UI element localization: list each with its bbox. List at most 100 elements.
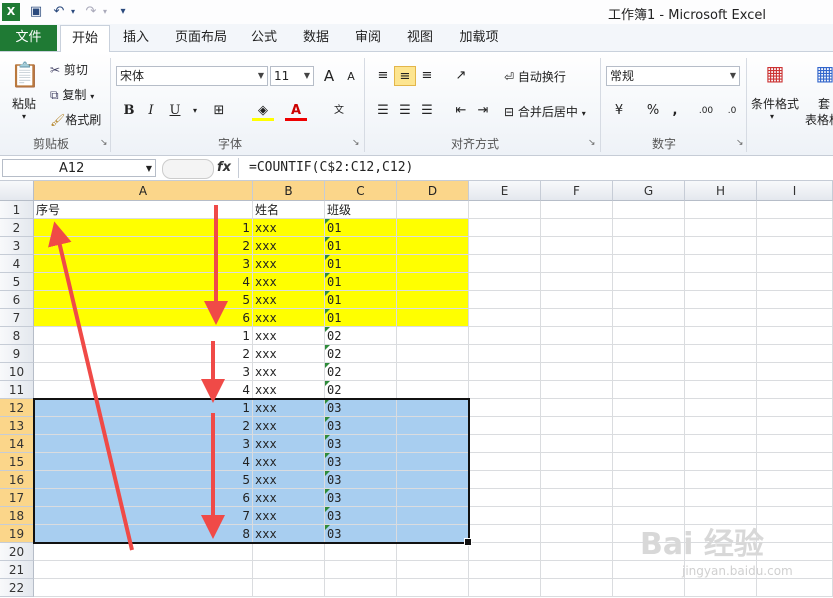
merge-icon: ⊟ xyxy=(504,105,515,119)
tab-page-layout[interactable]: 页面布局 xyxy=(170,25,232,51)
copy-dropdown-icon: ▾ xyxy=(90,92,95,101)
alignment-group-label: 对齐方式 xyxy=(450,137,499,151)
save-icon[interactable]: ▣ xyxy=(27,3,45,21)
customize-quick-access-icon[interactable]: ▾ xyxy=(114,3,132,21)
shrink-font-button[interactable]: A xyxy=(340,67,362,87)
insert-function-button[interactable]: fx xyxy=(217,160,231,175)
paste-button[interactable]: 粘贴 xyxy=(12,95,36,112)
align-top-icon[interactable]: ≡ xyxy=(372,66,394,86)
align-middle-icon[interactable]: ≡ xyxy=(394,66,416,86)
ribbon-tabs: 文件 开始 插入 页面布局 公式 数据 审阅 视图 加载项 xyxy=(0,24,833,52)
undo-dropdown-icon[interactable]: ▾ xyxy=(64,3,82,21)
name-box[interactable]: A12 ▼ xyxy=(2,159,156,177)
tab-formulas[interactable]: 公式 xyxy=(244,25,284,51)
currency-icon[interactable]: ¥ xyxy=(608,101,630,121)
orientation-icon[interactable]: ↗ xyxy=(450,66,472,86)
align-right-icon[interactable]: ☰ xyxy=(416,101,438,121)
chevron-down-icon: ▼ xyxy=(729,71,736,80)
comma-button[interactable]: , xyxy=(664,101,686,121)
name-box-value: A12 xyxy=(59,161,85,176)
redo-dropdown-icon[interactable]: ▾ xyxy=(96,3,114,21)
font-group-label: 字体 xyxy=(217,137,242,151)
conditional-format-icon[interactable]: ▦ xyxy=(760,58,790,88)
wrap-text-button[interactable]: ⏎ 自动换行 xyxy=(504,68,566,85)
formula-bar-resize-handle[interactable] xyxy=(162,159,214,179)
chevron-down-icon: ▾ xyxy=(581,109,586,118)
scissors-icon: ✂ xyxy=(50,63,61,77)
copy-label: 复制 xyxy=(62,88,87,102)
conditional-format-button[interactable]: 条件格式 xyxy=(751,95,799,112)
tab-data[interactable]: 数据 xyxy=(296,25,336,51)
decrease-indent-icon[interactable]: ⇤ xyxy=(450,101,472,121)
font-color-icon[interactable]: A xyxy=(285,101,307,121)
ribbon: 📋 粘贴 ▾ ✂ 剪切 ⧉ 复制 ▾ 🖌格式刷 剪贴板 ↘ 宋体 ▼ 11 ▼ A … xyxy=(0,52,833,156)
table-format-label: 表格格 xyxy=(805,113,833,127)
watermark-brand: Bai 经验 xyxy=(640,527,764,562)
number-format-combo[interactable]: 常规 ▼ xyxy=(606,66,740,86)
cut-label: 剪切 xyxy=(63,63,88,77)
tab-home[interactable]: 开始 xyxy=(60,25,110,52)
cut-button[interactable]: ✂ 剪切 xyxy=(50,61,88,78)
chevron-down-icon: ▼ xyxy=(257,71,264,80)
copy-icon: ⧉ xyxy=(50,88,59,102)
phonetic-icon[interactable]: 文 xyxy=(328,101,350,121)
format-painter-label: 格式刷 xyxy=(65,113,102,127)
tab-addins[interactable]: 加载项 xyxy=(452,25,506,51)
align-left-icon[interactable]: ☰ xyxy=(372,101,394,121)
tab-insert[interactable]: 插入 xyxy=(114,25,158,51)
arrow-up-diagonal xyxy=(48,221,134,551)
group-separator xyxy=(110,58,111,152)
number-launcher-icon[interactable]: ↘ xyxy=(736,138,744,148)
clipboard-group-label: 剪贴板 xyxy=(32,137,69,151)
increase-decimal-button[interactable]: .00 xyxy=(694,101,718,121)
wrap-text-label: 自动换行 xyxy=(517,70,566,84)
formula-bar: A12 ▼ fx =COUNTIF(C$2:C12,C12) xyxy=(0,156,833,181)
watermark-url: jingyan.baidu.com xyxy=(682,564,793,578)
tab-review[interactable]: 审阅 xyxy=(348,25,388,51)
chevron-down-icon: ▼ xyxy=(145,164,152,173)
increase-indent-icon[interactable]: ⇥ xyxy=(472,101,494,121)
group-separator xyxy=(746,58,747,152)
tab-file[interactable]: 文件 xyxy=(0,25,57,51)
bold-button[interactable]: B xyxy=(118,101,140,121)
decrease-decimal-button[interactable]: .0 xyxy=(720,101,744,121)
align-center-icon[interactable]: ☰ xyxy=(394,101,416,121)
font-launcher-icon[interactable]: ↘ xyxy=(352,138,360,148)
format-painter-button[interactable]: 🖌格式刷 xyxy=(50,111,101,128)
wrap-text-icon: ⏎ xyxy=(504,70,515,84)
group-separator xyxy=(364,58,365,152)
font-size-value: 11 xyxy=(274,69,290,83)
paste-dropdown-icon[interactable]: ▾ xyxy=(22,112,26,121)
font-size-combo[interactable]: 11 ▼ xyxy=(270,66,314,86)
merge-center-button[interactable]: ⊟ 合并后居中 ▾ xyxy=(504,103,586,120)
fill-color-icon[interactable]: ◈ xyxy=(252,101,274,121)
copy-button[interactable]: ⧉ 复制 ▾ xyxy=(50,86,94,103)
number-group-label: 数字 xyxy=(651,137,676,151)
brush-icon: 🖌 xyxy=(50,113,66,127)
clipboard-launcher-icon[interactable]: ↘ xyxy=(100,138,108,148)
underline-dropdown-icon[interactable]: ▾ xyxy=(184,101,206,121)
number-format-value: 常规 xyxy=(610,69,635,83)
window-title: 工作簿1 - Microsoft Excel xyxy=(608,8,766,23)
font-name-combo[interactable]: 宋体 ▼ xyxy=(116,66,268,86)
group-separator xyxy=(600,58,601,152)
merge-label: 合并后居中 xyxy=(517,105,578,119)
grow-font-button[interactable]: A xyxy=(318,66,340,86)
chevron-down-icon: ▾ xyxy=(770,112,775,121)
excel-logo-icon: X xyxy=(2,3,20,21)
italic-button[interactable]: I xyxy=(140,101,162,121)
table-format-icon[interactable]: ▦ xyxy=(815,58,833,88)
paste-icon[interactable]: 📋 xyxy=(10,58,40,92)
worksheet-grid[interactable]: ABCDEFGHI 1 2 3 4 5 6 7 8 9 10 11 12 13 14 15 16 17 18 19 2… xyxy=(0,181,833,598)
table-format-button[interactable]: 套 xyxy=(818,95,830,112)
formula-input[interactable]: =COUNTIF(C$2:C12,C12) xyxy=(238,158,833,178)
chevron-down-icon: ▼ xyxy=(303,71,310,80)
align-bottom-icon[interactable]: ≡ xyxy=(416,66,438,86)
alignment-launcher-icon[interactable]: ↘ xyxy=(588,138,596,148)
tab-view[interactable]: 视图 xyxy=(400,25,440,51)
underline-button[interactable]: U xyxy=(164,101,186,121)
font-name-value: 宋体 xyxy=(120,69,145,83)
percent-button[interactable]: % xyxy=(642,101,664,121)
title-bar: X ▣ ↶ ▾ ↷ ▾ ▾ 工作簿1 - Microsoft Excel xyxy=(0,0,833,25)
border-icon[interactable]: ⊞ xyxy=(208,101,230,121)
